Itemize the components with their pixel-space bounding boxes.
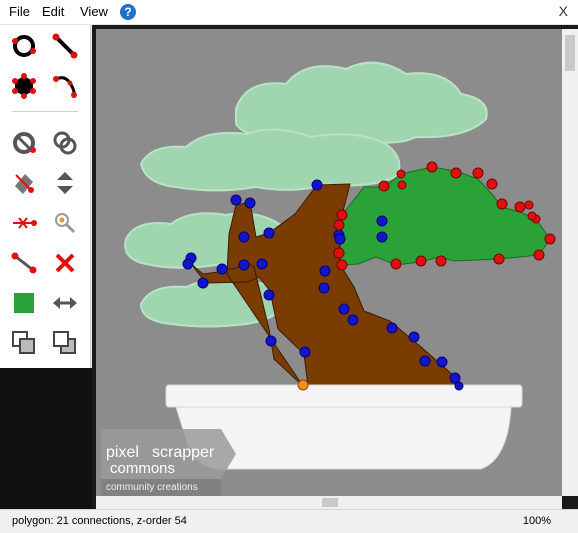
delete-icon[interactable] [50,248,80,278]
logo-text-pixel: pixel [106,444,139,461]
menu-bar: File Edit View ? X [0,0,578,25]
selected-vertex-point[interactable] [297,379,309,391]
logo-text-scrapper: scrapper [152,444,215,461]
vertical-scrollbar[interactable] [562,29,578,496]
menu-edit[interactable]: Edit [42,4,64,19]
polygon-tool-icon[interactable] [9,71,39,101]
status-bar: polygon: 21 connections, z-order 54 100% [0,509,578,533]
zoom-point-icon[interactable] [50,208,80,238]
connect-points-icon[interactable] [9,248,39,278]
close-button[interactable]: X [559,3,568,19]
flip-horizontal-icon[interactable] [50,288,80,318]
status-text: polygon: 21 connections, z-order 54 [12,515,187,527]
erase-tool-icon[interactable] [9,168,39,198]
horizontal-scrollbar[interactable] [96,496,562,509]
toolbox-separator [12,111,78,112]
pixel-scrapper-logo: pixel scrapper commons community creatio… [101,429,236,496]
logo-text-commons: commons [110,460,175,477]
fill-color-icon[interactable] [9,288,39,318]
overlap-tool-icon[interactable] [50,128,80,158]
vertical-scroll-thumb[interactable] [565,35,575,71]
cut-ring-tool-icon[interactable] [9,128,39,158]
menu-view[interactable]: View [80,4,108,19]
logo-tagline: community creations [106,482,198,493]
horizontal-scroll-thumb[interactable] [322,498,338,507]
empty-panel [0,368,92,509]
menu-file[interactable]: File [9,4,30,19]
line-tool-icon[interactable] [50,31,80,61]
send-back-icon[interactable] [50,328,80,358]
split-point-icon[interactable] [9,208,39,238]
bring-front-icon[interactable] [9,328,39,358]
ring-tool-icon[interactable] [9,31,39,61]
drawing-canvas[interactable]: pixel scrapper commons community creatio… [96,29,562,496]
help-icon[interactable]: ? [120,4,136,20]
order-up-down-icon[interactable] [50,168,80,198]
bezier-tool-icon[interactable] [50,71,80,101]
toolbox [0,25,91,368]
zoom-level: 100% [522,515,551,527]
